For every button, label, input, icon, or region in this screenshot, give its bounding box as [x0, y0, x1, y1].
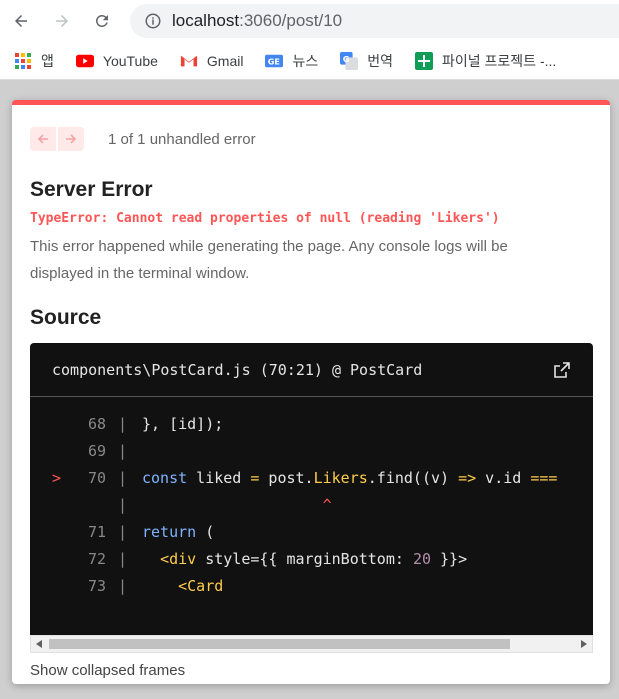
code-text: }, [id]); [142, 415, 224, 433]
bookmark-news[interactable]: GE 뉴스 [265, 51, 318, 71]
code-frame: components\PostCard.js (70:21) @ PostCar… [30, 343, 593, 635]
line-number: 69 [87, 442, 106, 460]
bookmark-label: 파이널 프로젝트 -... [442, 52, 557, 69]
line-number: 73 [87, 577, 106, 595]
code-text: const liked = post.Likers.find((v) => v.… [142, 469, 558, 487]
arrow-right-icon [66, 134, 77, 144]
horizontal-scrollbar[interactable] [30, 635, 593, 653]
bookmark-label: 앱 [41, 52, 54, 69]
error-pager: 1 of 1 unhandled error [30, 127, 256, 151]
source-heading: Source [30, 306, 102, 329]
bookmark-label: 뉴스 [292, 52, 319, 69]
code-text: return ( [142, 523, 215, 541]
gutter-separator: | [118, 442, 128, 460]
gutter-separator: | [118, 577, 128, 595]
line-number: 72 [87, 550, 106, 568]
bookmark-label: 번역 [367, 52, 393, 69]
bookmark-apps[interactable]: 앱 [14, 51, 54, 71]
error-overlay-dialog: 1 of 1 unhandled error Server Error Type… [12, 100, 610, 684]
error-line-marker: > [52, 469, 62, 487]
code-lines: 68 | }, [id]); 69 | >70 | const liked = post.Li… [30, 411, 593, 600]
bookmark-label: Gmail [206, 52, 244, 69]
info-icon[interactable] [144, 12, 162, 30]
code-line: | ^ [30, 492, 593, 519]
gutter-separator: | [118, 415, 128, 433]
gutter-separator: | [118, 550, 128, 568]
bookmark-label: YouTube [102, 52, 158, 69]
error-count: 1 of 1 unhandled error [108, 130, 256, 148]
scrollbar-thumb[interactable] [49, 639, 510, 649]
line-number: 71 [87, 523, 106, 541]
bookmark-youtube[interactable]: YouTube [75, 52, 158, 70]
gutter-separator: | [118, 469, 128, 487]
next-error-button[interactable] [58, 127, 84, 151]
previous-error-button[interactable] [30, 127, 56, 151]
code-text: <Card [178, 577, 224, 595]
code-line: >70 | const liked = post.Likers.find((v) =… [30, 465, 593, 492]
line-number: 68 [87, 415, 106, 433]
pager-nav [30, 127, 84, 151]
translate-icon: G [340, 51, 359, 70]
news-icon: GE [265, 52, 284, 70]
source-file-link[interactable]: components\PostCard.js (70:21) @ PostCar… [52, 361, 422, 379]
browser-toolbar: localhost:3060/post/10 [0, 0, 619, 42]
open-in-editor-icon[interactable] [553, 361, 571, 379]
youtube-icon [75, 52, 94, 70]
bookmarks-bar: 앱 YouTube Gmail GE 뉴스 G 번역 파이널 프로젝트 -... [0, 42, 619, 80]
arrow-left-icon [37, 134, 48, 144]
gutter-separator: | [118, 523, 128, 541]
scroll-left-icon[interactable] [34, 639, 44, 649]
sheets-icon [415, 51, 433, 70]
gmail-icon [180, 52, 198, 70]
error-caret: ^ [322, 496, 332, 514]
arrow-left-icon [15, 15, 27, 27]
error-description: This error happened while generating the… [30, 238, 508, 282]
back-button[interactable] [9, 9, 33, 33]
code-line: 69 | [30, 438, 593, 465]
bookmark-translate[interactable]: G 번역 [340, 51, 393, 71]
code-line: 71 | return ( [30, 519, 593, 546]
gutter-separator: | [118, 496, 128, 514]
address-bar[interactable]: localhost:3060/post/10 [130, 4, 619, 38]
error-message: TypeError: Cannot read properties of nul… [30, 211, 500, 226]
code-text: <div style={{ marginBottom: 20 }}> [160, 550, 468, 568]
code-line: 73 | <Card [30, 573, 593, 600]
reload-icon [95, 14, 108, 27]
show-collapsed-frames-button[interactable]: Show collapsed frames [30, 662, 185, 679]
error-title: Server Error [30, 178, 153, 201]
line-number: 70 [87, 469, 106, 487]
code-line: 72 | <div style={{ marginBottom: 20 }}> [30, 546, 593, 573]
url-host: localhost [172, 11, 240, 30]
bookmark-final-project[interactable]: 파이널 프로젝트 -... [415, 51, 556, 71]
svg-text:GE: GE [268, 56, 280, 66]
arrow-right-icon [56, 15, 68, 27]
scroll-right-icon[interactable] [579, 639, 589, 649]
code-frame-header: components\PostCard.js (70:21) @ PostCar… [30, 343, 593, 397]
reload-button[interactable] [90, 9, 114, 33]
apps-grid-icon [14, 52, 32, 70]
code-line: 68 | }, [id]); [30, 411, 593, 438]
svg-text:G: G [343, 53, 350, 63]
url-path: :3060/post/10 [239, 11, 343, 30]
forward-button[interactable] [50, 9, 74, 33]
bookmark-gmail[interactable]: Gmail [180, 52, 244, 70]
url-text[interactable]: localhost:3060/post/10 [172, 11, 342, 31]
